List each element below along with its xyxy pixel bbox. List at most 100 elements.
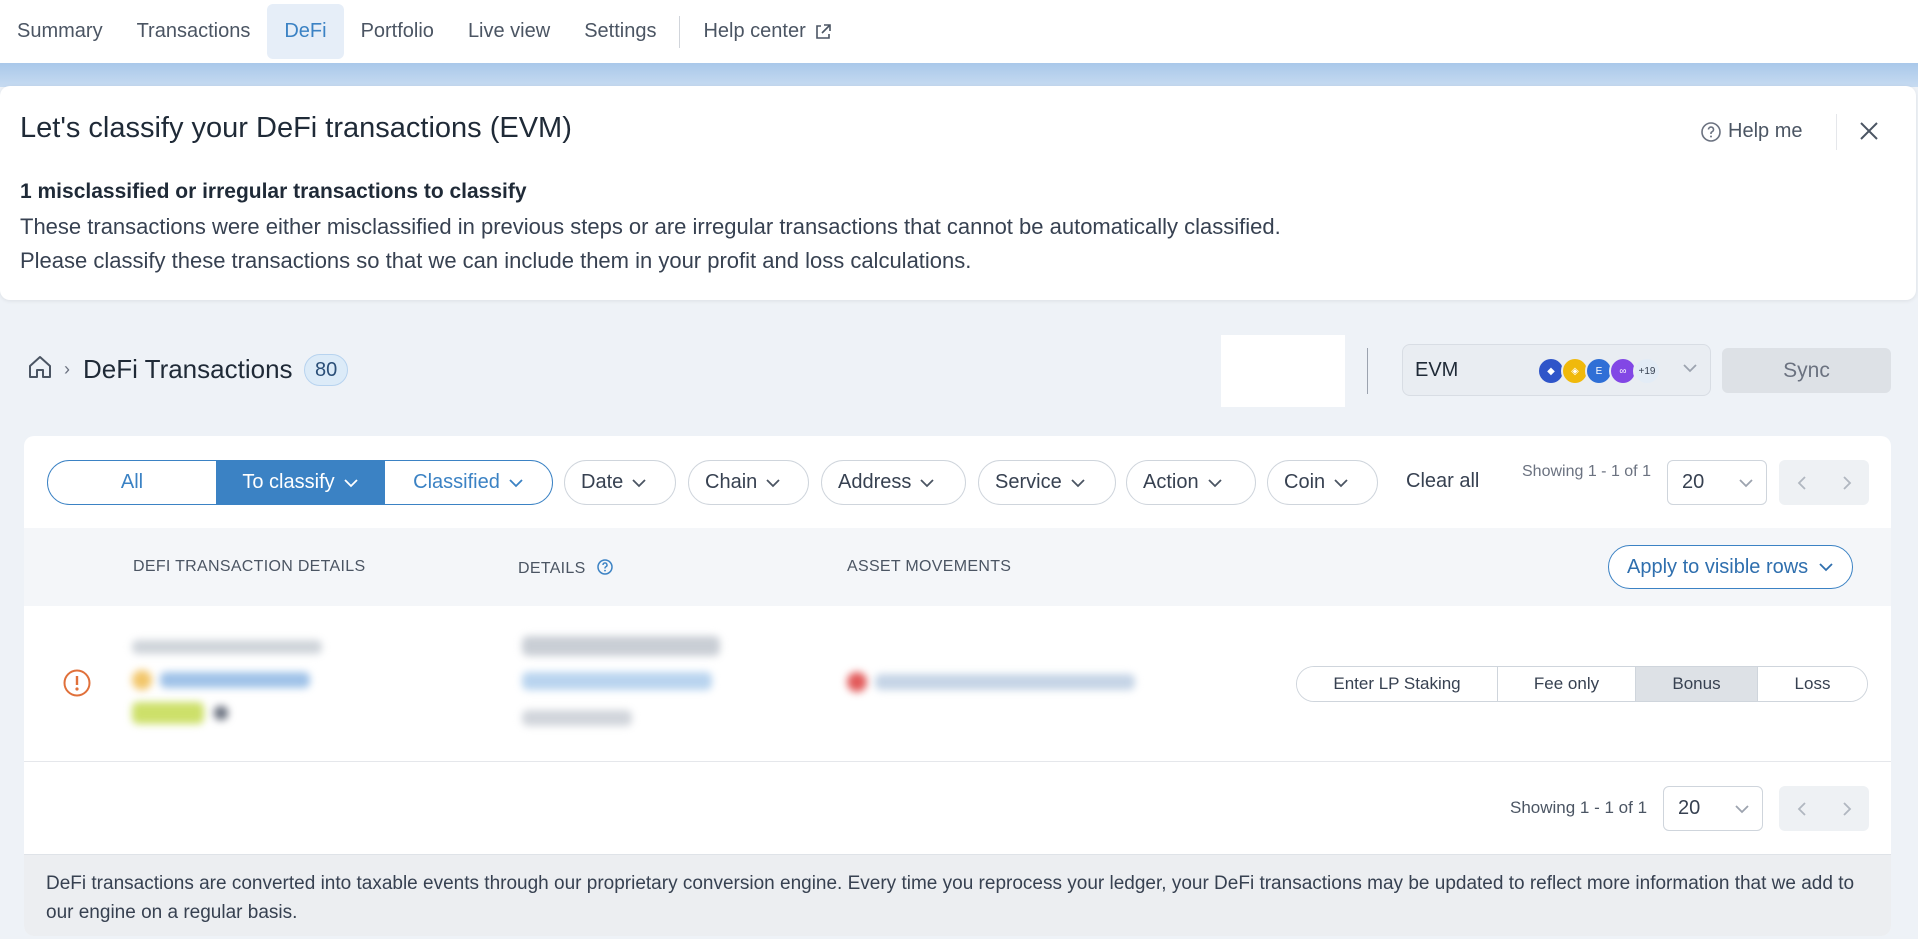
nav-transactions[interactable]: Transactions <box>120 4 268 59</box>
transactions-card: All To classify Classified Date Chain Ad… <box>24 436 1891 936</box>
filter-address[interactable]: Address <box>821 460 966 505</box>
banner-subtitle: 1 misclassified or irregular transaction… <box>20 180 527 203</box>
next-page-button[interactable] <box>1824 460 1869 505</box>
showing-count-bottom: Showing 1 - 1 of 1 <box>1510 798 1648 817</box>
filter-service[interactable]: Service <box>978 460 1116 505</box>
chevron-down-icon <box>632 478 646 487</box>
redacted-asset-icon <box>847 672 867 692</box>
chevron-down-icon <box>509 478 523 487</box>
question-circle-icon <box>1701 121 1721 142</box>
banner-divider <box>1836 114 1837 150</box>
filter-date[interactable]: Date <box>564 460 676 505</box>
nav-defi[interactable]: DeFi <box>267 4 344 59</box>
nav-live-view[interactable]: Live view <box>451 4 567 59</box>
filter-chain-label: Chain <box>705 471 758 493</box>
banner-title: Let's classify your DeFi transactions (E… <box>20 112 572 144</box>
info-icon[interactable] <box>596 558 614 576</box>
pager-top <box>1779 460 1869 505</box>
redacted-action-type <box>522 636 720 656</box>
chevron-down-icon <box>1735 805 1749 814</box>
chevron-down-icon <box>1334 478 1348 487</box>
banner-description-1: These transactions were either misclassi… <box>20 214 1281 239</box>
banner-description-2: Please classify these transactions so th… <box>20 248 972 273</box>
column-header-details-label: DETAILS <box>518 560 586 577</box>
page-size-value: 20 <box>1682 471 1705 493</box>
status-tabs: All To classify Classified <box>47 460 553 505</box>
tab-to-classify-label: To classify <box>242 471 335 493</box>
filter-action-label: Action <box>1143 471 1199 493</box>
chevron-down-icon <box>1207 478 1222 487</box>
prev-page-button[interactable] <box>1779 460 1824 505</box>
nav-divider <box>679 15 681 48</box>
tab-all-label: All <box>120 471 144 493</box>
classify-banner: Let's classify your DeFi transactions (E… <box>0 86 1916 300</box>
filter-chain[interactable]: Chain <box>688 460 809 505</box>
chevron-right-icon <box>1842 475 1851 490</box>
help-me-label: Help me <box>1728 120 1803 142</box>
filter-action[interactable]: Action <box>1126 460 1256 505</box>
redacted-asset-amount <box>875 674 1135 690</box>
page-title: DeFi Transactions <box>83 354 293 384</box>
close-icon <box>1860 122 1878 140</box>
apply-label: Apply to visible rows <box>1627 555 1809 578</box>
chevron-down-icon <box>1071 478 1085 487</box>
filter-date-label: Date <box>581 471 624 493</box>
transaction-count-badge: 80 <box>304 354 349 386</box>
redacted-wallet-address[interactable] <box>160 672 310 688</box>
top-nav: Summary Transactions DeFi Portfolio Live… <box>0 0 1918 63</box>
chevron-right-icon <box>1842 801 1851 816</box>
nav-portfolio[interactable]: Portfolio <box>344 4 451 59</box>
redacted-service-link[interactable] <box>522 672 712 690</box>
classification-options: Enter LP Staking Fee only Bonus Loss <box>1296 666 1868 702</box>
home-icon[interactable] <box>26 353 54 386</box>
chevron-left-icon <box>1797 801 1806 816</box>
external-link-icon <box>815 23 831 39</box>
column-header-asset-movements: ASSET MOVEMENTS <box>847 558 1012 575</box>
chevron-down-icon <box>1739 479 1753 488</box>
sync-button[interactable]: Sync <box>1722 348 1891 393</box>
chevron-left-icon <box>1797 475 1806 490</box>
redacted-copy-icon <box>214 706 228 720</box>
redacted-wallet-icon <box>132 670 152 690</box>
header-band <box>0 63 1918 87</box>
column-header-details: DETAILS <box>518 558 614 578</box>
clear-all-button[interactable]: Clear all <box>1406 470 1479 493</box>
filter-coin-label: Coin <box>1284 471 1326 493</box>
close-banner-button[interactable] <box>1858 120 1880 147</box>
nav-summary[interactable]: Summary <box>0 4 120 59</box>
next-page-button[interactable] <box>1824 786 1869 831</box>
tab-classified[interactable]: Classified <box>384 461 552 504</box>
prev-page-button[interactable] <box>1779 786 1824 831</box>
help-me-button[interactable]: Help me <box>1700 120 1802 143</box>
chevron-down-icon <box>343 478 358 487</box>
action-bonus[interactable]: Bonus <box>1635 667 1757 701</box>
nav-help-center[interactable]: Help center <box>686 4 848 59</box>
page-size-value: 20 <box>1678 797 1701 819</box>
chevron-down-icon <box>766 478 780 487</box>
chain-selector[interactable]: EVM ◆ ◈ E ∞ +19 <box>1402 344 1711 396</box>
help-center-label: Help center <box>703 20 806 42</box>
chevron-down-icon <box>1683 364 1697 373</box>
table-row: Enter LP Staking Fee only Bonus Loss <box>24 606 1891 762</box>
conversion-engine-note: DeFi transactions are converted into tax… <box>24 854 1891 936</box>
filter-address-label: Address <box>838 471 912 493</box>
action-enter-lp-staking[interactable]: Enter LP Staking <box>1297 667 1497 701</box>
tab-classified-label: Classified <box>413 471 500 493</box>
more-chains-badge: +19 <box>1633 357 1661 385</box>
redacted-chain-badge <box>132 702 204 724</box>
nav-settings[interactable]: Settings <box>567 4 673 59</box>
column-header-transaction-details: DEFI TRANSACTION DETAILS <box>133 558 366 575</box>
redacted-timestamp <box>132 640 322 654</box>
page-size-select-top[interactable]: 20 <box>1667 460 1767 505</box>
breadcrumb-separator: › <box>64 359 70 379</box>
action-loss[interactable]: Loss <box>1757 667 1867 701</box>
warning-icon <box>63 669 91 697</box>
page-size-select-bottom[interactable]: 20 <box>1663 786 1763 831</box>
action-fee-only[interactable]: Fee only <box>1497 667 1635 701</box>
filter-service-label: Service <box>995 471 1062 493</box>
tab-to-classify[interactable]: To classify <box>216 461 384 504</box>
apply-to-visible-rows-button[interactable]: Apply to visible rows <box>1608 545 1854 589</box>
showing-count-top: Showing 1 - 1 of 1 <box>1522 463 1651 480</box>
filter-coin[interactable]: Coin <box>1267 460 1378 505</box>
tab-all[interactable]: All <box>48 461 216 504</box>
